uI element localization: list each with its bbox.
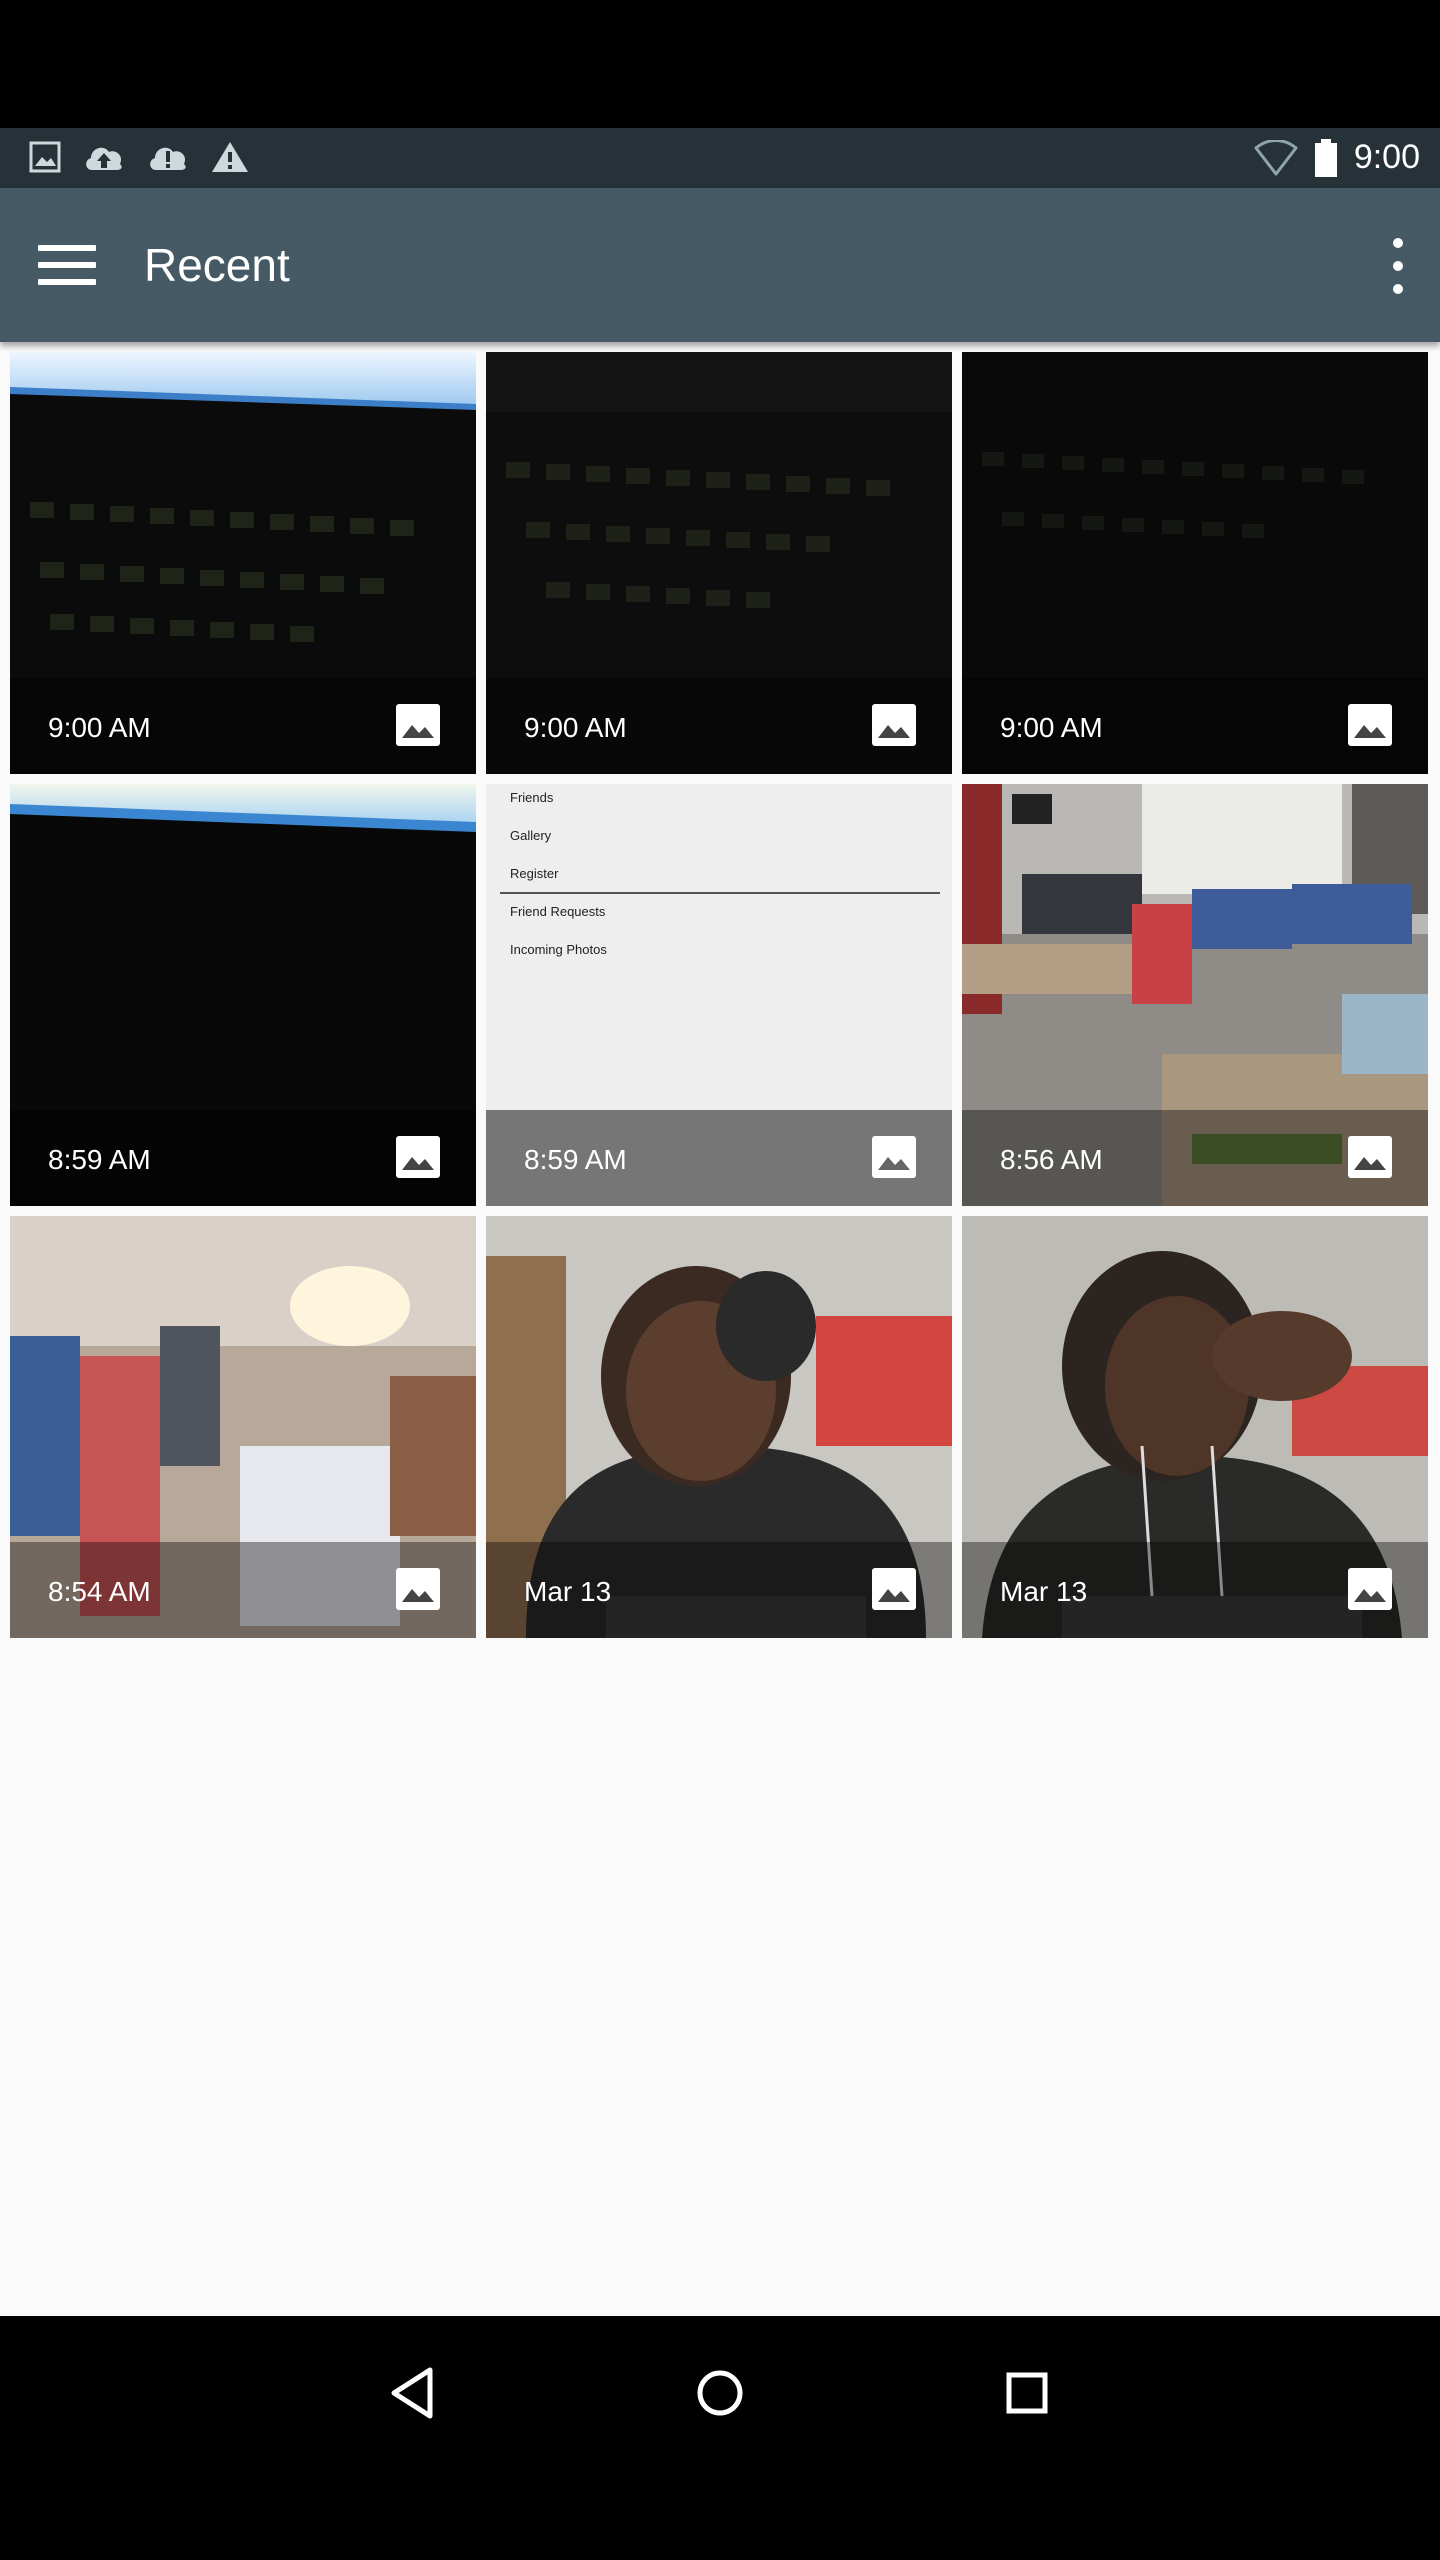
image-icon [396, 1568, 440, 1610]
image-icon [872, 704, 916, 746]
recents-icon[interactable] [992, 2358, 1062, 2428]
screenshot-menu-item: Incoming Photos [510, 942, 607, 957]
navigation-bar [0, 2316, 1440, 2560]
image-icon [872, 1136, 916, 1178]
image-icon [396, 1136, 440, 1178]
more-vert-icon[interactable] [1380, 234, 1416, 298]
tile-label: Mar 13 [1000, 1576, 1088, 1607]
image-notification-icon [29, 141, 61, 173]
photo-tile[interactable]: 9:00 AM [962, 352, 1428, 774]
screenshot-menu-item: Register [510, 866, 559, 881]
back-icon[interactable] [378, 2358, 448, 2428]
photo-tile[interactable]: 8:59 AM [10, 784, 476, 1206]
cloud-alert-icon [150, 147, 186, 170]
screenshot-menu-item: Friends [510, 790, 554, 805]
photo-tile[interactable]: 8:56 AM [962, 784, 1428, 1206]
photo-tile[interactable]: 8:54 AM [10, 1216, 476, 1638]
app-bar: Recent [0, 188, 1440, 342]
battery-icon [1314, 138, 1337, 177]
home-icon[interactable] [685, 2358, 755, 2428]
status-time: 9:00 [1353, 138, 1420, 176]
image-icon [1348, 704, 1392, 746]
warning-icon [212, 142, 248, 172]
tile-label: 9:00 AM [48, 712, 151, 743]
tile-label: 9:00 AM [524, 712, 627, 743]
tile-label: 8:54 AM [48, 1576, 151, 1607]
page-title: Recent [144, 239, 290, 291]
photo-tile[interactable]: Friends Gallery Register Friend Requests… [486, 784, 952, 1206]
tile-label: 8:56 AM [1000, 1144, 1103, 1175]
image-icon [872, 1568, 916, 1610]
hamburger-menu-icon[interactable] [38, 245, 96, 285]
photo-tile[interactable]: Mar 13 [962, 1216, 1428, 1638]
image-icon [1348, 1136, 1392, 1178]
photo-tile[interactable]: 9:00 AM [10, 352, 476, 774]
tile-label: 8:59 AM [524, 1144, 627, 1175]
status-bar: 9:00 [0, 128, 1440, 188]
image-icon [396, 704, 440, 746]
photo-tile[interactable]: 9:00 AM [486, 352, 952, 774]
screenshot-menu-item: Gallery [510, 828, 552, 843]
photo-grid: 9:00 AM 9:00 AM 9:00 AM 8:59 AM Friends … [0, 342, 1440, 2316]
screenshot-divider [500, 892, 940, 894]
tile-label: Mar 13 [524, 1576, 612, 1607]
wifi-icon [1254, 139, 1298, 175]
screenshot-thumbnail: Friends Gallery Register Friend Requests… [486, 784, 952, 1114]
tile-label: 8:59 AM [48, 1144, 151, 1175]
photo-tile[interactable]: Mar 13 [486, 1216, 952, 1638]
tile-label: 9:00 AM [1000, 712, 1103, 743]
cloud-upload-icon [86, 147, 122, 170]
screenshot-menu-item: Friend Requests [510, 904, 606, 919]
image-icon [1348, 1568, 1392, 1610]
